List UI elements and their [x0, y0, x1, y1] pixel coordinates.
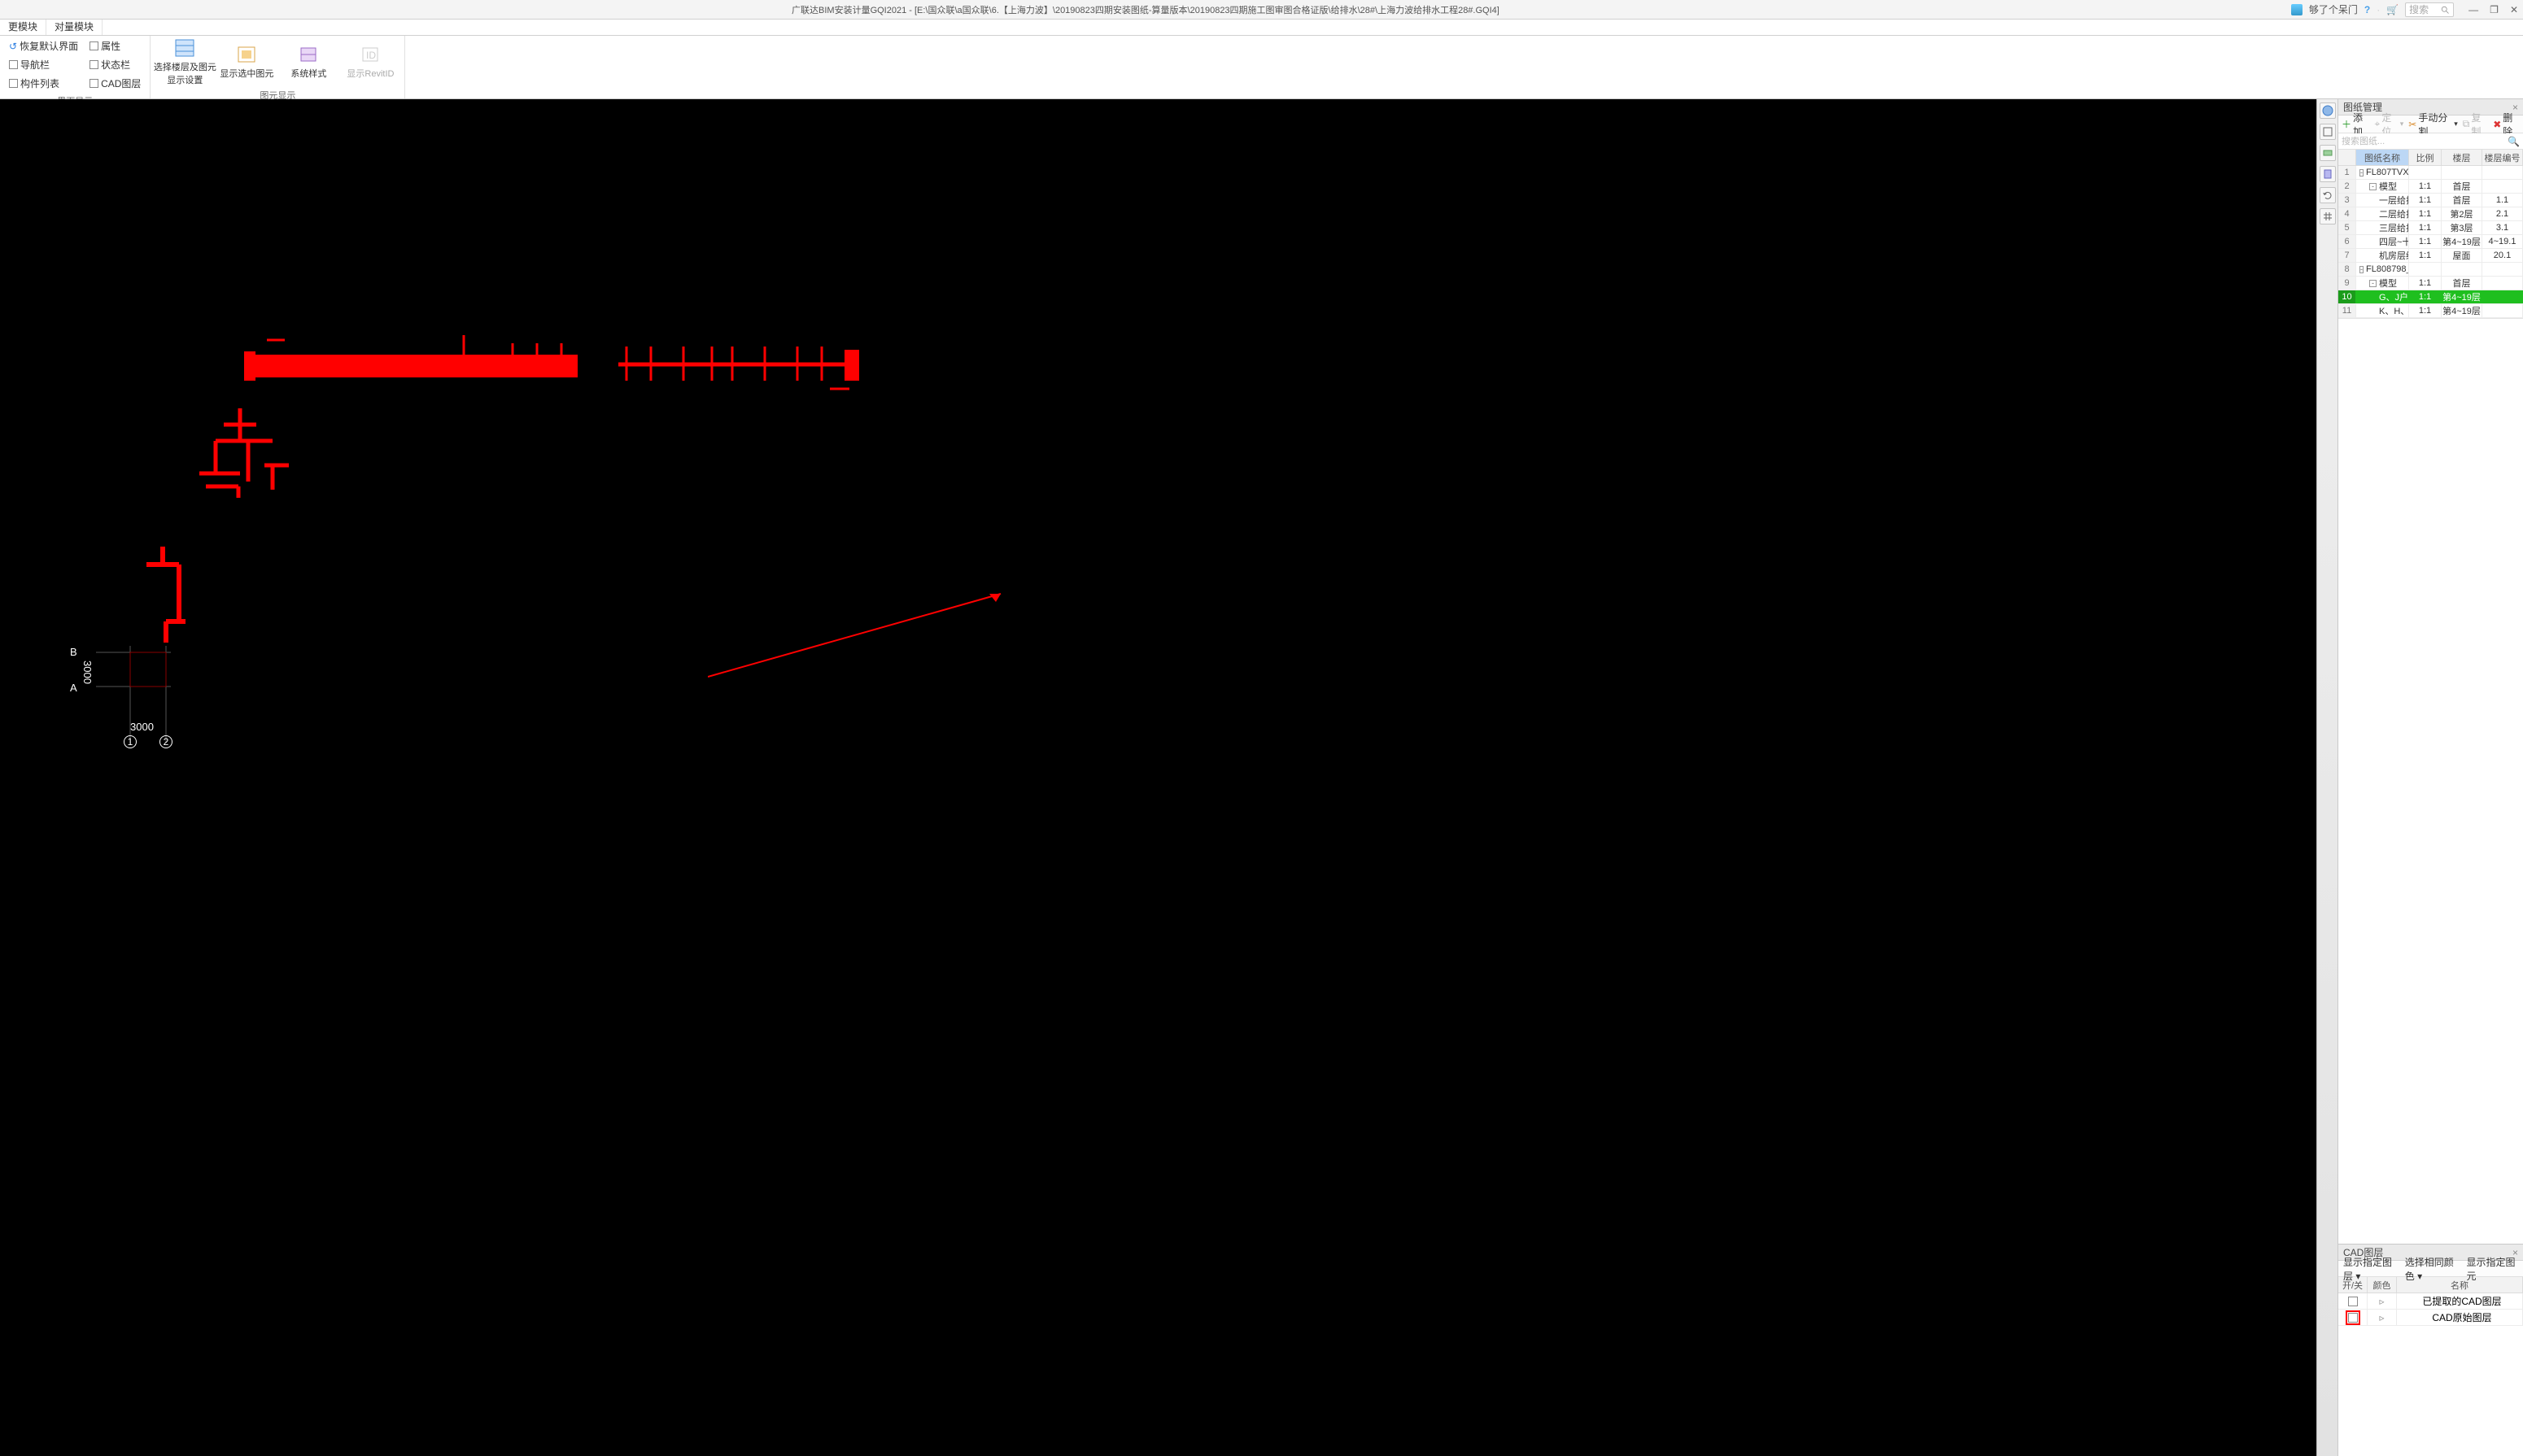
- axis-dim-v: 3000: [81, 660, 94, 684]
- table-row[interactable]: 8-FL808798_W...: [2338, 263, 2523, 277]
- col-floor[interactable]: 楼层: [2442, 150, 2482, 165]
- minimize-button[interactable]: —: [2468, 4, 2478, 15]
- axis-2: 2: [159, 735, 172, 748]
- layer-toggle-checkbox[interactable]: [2348, 1297, 2358, 1306]
- table-row[interactable]: 2-模型1:1首层: [2338, 180, 2523, 194]
- table-row[interactable]: 6四层~十...1:1第4~19层4~19.1: [2338, 235, 2523, 249]
- table-row[interactable]: 10G、J户型1:1第4~19层: [2338, 290, 2523, 304]
- help-icon[interactable]: ?: [2364, 4, 2370, 15]
- col-ratio[interactable]: 比例: [2409, 150, 2442, 165]
- drawing-search-input[interactable]: [2342, 137, 2508, 146]
- table-row[interactable]: 7机房层给...1:1屋面20.1: [2338, 249, 2523, 263]
- axis-dim-h: 3000: [130, 721, 154, 733]
- globe-icon[interactable]: [2320, 102, 2336, 119]
- search-icon[interactable]: 🔍: [2508, 136, 2520, 147]
- toggle-component-list[interactable]: 构件列表: [5, 75, 82, 92]
- toggle-props[interactable]: 属性: [85, 37, 145, 54]
- axis-b: B: [70, 646, 77, 658]
- col-floor-no[interactable]: 楼层编号: [2482, 150, 2523, 165]
- maximize-button[interactable]: ❐: [2490, 4, 2499, 15]
- ribbon: ↺恢复默认界面 导航栏 构件列表 属性 状态栏 CAD图层 界面显示 选择楼层及…: [0, 36, 2523, 99]
- tab-compare-module[interactable]: 对量模块: [46, 18, 103, 35]
- drawing-canvas[interactable]: B A 3000 3000 1 2: [0, 99, 2316, 1456]
- table-row[interactable]: 9-模型1:1首层: [2338, 277, 2523, 290]
- window-title: 广联达BIM安装计量GQI2021 - [E:\国众联\a国众联\6.【上海力波…: [0, 3, 2291, 16]
- global-search[interactable]: 搜索: [2405, 2, 2454, 17]
- view-3d-icon[interactable]: [2320, 124, 2336, 140]
- restore-ui-button[interactable]: ↺恢复默认界面: [5, 37, 82, 54]
- grid-icon[interactable]: [2320, 208, 2336, 225]
- right-panel: 图纸管理 × ＋添加 ⌖定位▾ ✂手动分割▾ ⧉复制 ✖删除 🔍 图纸名称 比例…: [2337, 99, 2523, 1456]
- view-toolbar: [2316, 99, 2337, 1456]
- system-style[interactable]: 系统样式: [279, 44, 338, 80]
- table-row[interactable]: 1-FL807TVX_W...: [2338, 166, 2523, 180]
- cart-icon[interactable]: 🛒: [2386, 4, 2399, 15]
- table-row[interactable]: 4二层给排...1:1第2层2.1: [2338, 207, 2523, 221]
- col-name[interactable]: 图纸名称: [2356, 150, 2409, 165]
- module-tabs: 更模块 对量模块: [0, 20, 2523, 36]
- toggle-status[interactable]: 状态栏: [85, 56, 145, 73]
- show-selected-elements[interactable]: 显示选中图元: [217, 44, 276, 80]
- toggle-cad-layer[interactable]: CAD图层: [85, 75, 145, 92]
- title-bar: 广联达BIM安装计量GQI2021 - [E:\国众联\a国众联\6.【上海力波…: [0, 0, 2523, 20]
- toggle-nav[interactable]: 导航栏: [5, 56, 82, 73]
- table-row[interactable]: 11K、H、I户型1:1第4~19层: [2338, 304, 2523, 318]
- floor-display-settings[interactable]: 选择楼层及图元显示设置: [155, 37, 214, 86]
- table-row[interactable]: 5三层给排...1:1第3层3.1: [2338, 221, 2523, 235]
- axis-a: A: [70, 682, 77, 694]
- table-row[interactable]: 3一层给排...1:1首层1.1: [2338, 194, 2523, 207]
- tab-more-modules[interactable]: 更模块: [0, 18, 46, 35]
- rotate-icon[interactable]: [2320, 187, 2336, 203]
- cad-layer-row[interactable]: ▹已提取的CAD图层: [2338, 1293, 2523, 1310]
- view-top-icon[interactable]: [2320, 145, 2336, 161]
- avatar[interactable]: [2291, 4, 2303, 15]
- show-revit-id: ID 显示RevitID: [341, 44, 399, 80]
- axis-1: 1: [124, 735, 137, 748]
- svg-text:ID: ID: [366, 50, 376, 61]
- close-button[interactable]: ✕: [2510, 4, 2518, 15]
- user-name[interactable]: 够了个呆门: [2309, 2, 2358, 16]
- view-front-icon[interactable]: [2320, 166, 2336, 182]
- layer-toggle-checkbox[interactable]: [2348, 1313, 2358, 1323]
- cad-layer-row[interactable]: ▹CAD原始图层: [2338, 1310, 2523, 1326]
